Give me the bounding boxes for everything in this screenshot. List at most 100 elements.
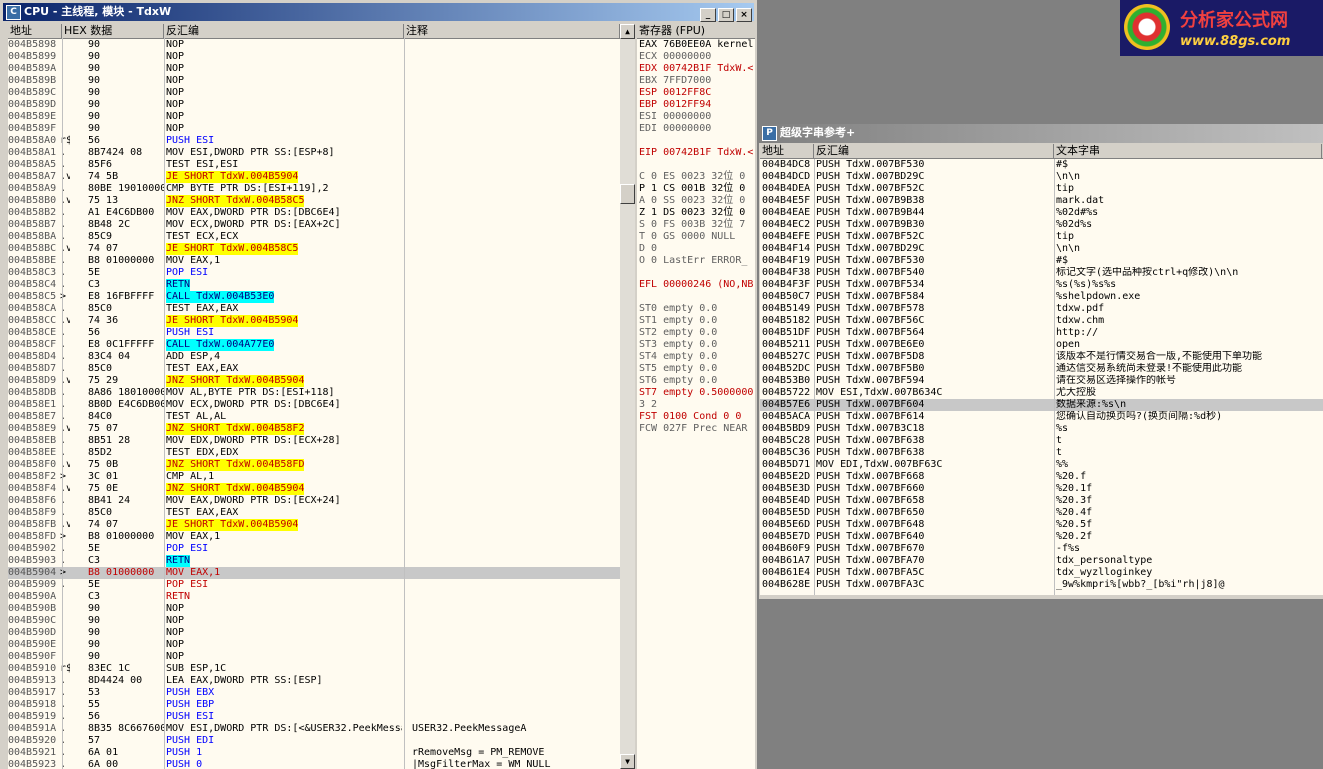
disasm-row[interactable]: 004B5921. 6A 01 PUSH 1 rRemoveMsg = PM_REMO…: [8, 747, 620, 759]
ref-row[interactable]: 004B628E PUSH TdxW.007BFA3C _9w%kmpri%[wbb…: [760, 579, 1323, 591]
register-line[interactable]: P 1 CS 001B 32位 0: [637, 183, 755, 195]
disasm-row[interactable]: 004B590A C3 RETN: [8, 591, 620, 603]
ref-row[interactable]: 004B61A7 PUSH TdxW.007BFA70 tdx_personalty…: [760, 555, 1323, 567]
disasm-row[interactable]: 004B58B0.v75 13JNZ SHORT TdxW.004B58C5: [8, 195, 620, 207]
disasm-row[interactable]: 004B58DB. 8A86 18010000 MOV AL,BYTE PTR DS…: [8, 387, 620, 399]
register-line[interactable]: ST0 empty 0.0: [637, 303, 755, 315]
register-line[interactable]: [637, 159, 755, 171]
disasm-row[interactable]: 004B5913. 8D4424 00 LEA EAX,DWORD PTR SS:[…: [8, 675, 620, 687]
disasm-row[interactable]: 004B5898 90 NOP: [8, 39, 620, 51]
register-line[interactable]: ST7 empty 0.5000000: [637, 387, 755, 399]
col-address[interactable]: 地址: [8, 24, 62, 38]
ref-row[interactable]: 004B51DF PUSH TdxW.007BF564 http://: [760, 327, 1323, 339]
disasm-row[interactable]: 004B5902. 5E POP ESI: [8, 543, 620, 555]
disasm-row[interactable]: 004B58BA. 85C9 TEST ECX,ECX: [8, 231, 620, 243]
register-line[interactable]: D 0: [637, 243, 755, 255]
register-line[interactable]: EDI 00000000: [637, 123, 755, 135]
minimize-button[interactable]: _: [700, 8, 716, 22]
disasm-row[interactable]: 004B589F 90 NOP: [8, 123, 620, 135]
register-line[interactable]: FCW 027F Prec NEAR: [637, 423, 755, 435]
disasm-row[interactable]: 004B58BE. B8 01000000 MOV EAX,1: [8, 255, 620, 267]
register-line[interactable]: O 0 LastErr ERROR_: [637, 255, 755, 267]
disasm-row[interactable]: 004B590F 90 NOP: [8, 651, 620, 663]
col-disasm[interactable]: 反汇编: [164, 24, 404, 38]
ref-row[interactable]: 004B5C36 PUSH TdxW.007BF638 t: [760, 447, 1323, 459]
disasm-row[interactable]: 004B58EB. 8B51 28 MOV EDX,DWORD PTR DS:[EC…: [8, 435, 620, 447]
disasm-row[interactable]: 004B58D4. 83C4 04 ADD ESP,4: [8, 351, 620, 363]
scroll-thumb[interactable]: [620, 184, 635, 204]
ref-col-text[interactable]: 文本字串: [1054, 144, 1322, 158]
disasm-row[interactable]: 004B58D9.v75 29JNZ SHORT TdxW.004B5904: [8, 375, 620, 387]
disasm-row[interactable]: 004B58B2. A1 E4C6DB00 MOV EAX,DWORD PTR DS…: [8, 207, 620, 219]
col-comment[interactable]: 注释: [404, 24, 620, 38]
disasm-row[interactable]: 004B589A 90 NOP: [8, 63, 620, 75]
ref-row[interactable]: 004B5182 PUSH TdxW.007BF56C tdxw.chm: [760, 315, 1323, 327]
disasm-row[interactable]: 004B58C4. C3 RETN: [8, 279, 620, 291]
disasm-row[interactable]: 004B58F4.v75 0EJNZ SHORT TdxW.004B5904: [8, 483, 620, 495]
ref-row[interactable]: 004B4F14 PUSH TdxW.007BD29C \n\n: [760, 243, 1323, 255]
ref-row[interactable]: 004B53B0 PUSH TdxW.007BF594 请在交易区选择操作的帐号: [760, 375, 1323, 387]
register-line[interactable]: EAX 76B0EE0A kernel: [637, 39, 755, 51]
ref-col-disasm[interactable]: 反汇编: [814, 144, 1054, 158]
disassembly-pane[interactable]: 地址 HEX 数据 反汇编 注释 004B5898 90 NOP 004B5899 90…: [8, 24, 621, 769]
register-line[interactable]: A 0 SS 0023 32位 0: [637, 195, 755, 207]
disasm-row[interactable]: 004B5899 90 NOP: [8, 51, 620, 63]
disasm-row[interactable]: 004B58CA. 85C0 TEST EAX,EAX: [8, 303, 620, 315]
disasm-row[interactable]: 004B5920. 57 PUSH EDI: [8, 735, 620, 747]
disasm-row[interactable]: 004B5904 > B8 01000000 MOV EAX,1: [8, 567, 620, 579]
disasm-row[interactable]: 004B58E1. 8B0D E4C6DB00 MOV ECX,DWORD PTR …: [8, 399, 620, 411]
ref-row[interactable]: 004B5149 PUSH TdxW.007BF578 tdxw.pdf: [760, 303, 1323, 315]
ref-row[interactable]: 004B5E4D PUSH TdxW.007BF658 %20.3f: [760, 495, 1323, 507]
ref-row[interactable]: 004B5722 MOV ESI,TdxW.007B634C 尤大控股: [760, 387, 1323, 399]
register-line[interactable]: EIP 00742B1F TdxW.<: [637, 147, 755, 159]
disasm-row[interactable]: 004B58E7. 84C0 TEST AL,AL: [8, 411, 620, 423]
ref-row[interactable]: 004B52DC PUSH TdxW.007BF5B0 通达信交易系统尚未登录!不能…: [760, 363, 1323, 375]
disasm-row[interactable]: 004B58CC.v74 36JE SHORT TdxW.004B5904: [8, 315, 620, 327]
ref-row[interactable]: 004B4F38 PUSH TdxW.007BF540 标记文字(选中品种按ctrl…: [760, 267, 1323, 279]
ref-row[interactable]: 004B4F3F PUSH TdxW.007BF534 %s(%s)%s%s: [760, 279, 1323, 291]
scroll-up-arrow-icon[interactable]: ▲: [620, 24, 635, 39]
ref-row[interactable]: 004B5211 PUSH TdxW.007BE6E0 open: [760, 339, 1323, 351]
disasm-row[interactable]: 004B590E 90 NOP: [8, 639, 620, 651]
disasm-row[interactable]: 004B58A5. 85F6 TEST ESI,ESI: [8, 159, 620, 171]
disasm-row[interactable]: 004B590B 90 NOP: [8, 603, 620, 615]
register-line[interactable]: [637, 267, 755, 279]
disasm-row[interactable]: 004B5909. 5E POP ESI: [8, 579, 620, 591]
disasm-row[interactable]: 004B591A. 8B35 8C667600 MOV ESI,DWORD PTR …: [8, 723, 620, 735]
disasm-row[interactable]: 004B58D7. 85C0 TEST EAX,EAX: [8, 363, 620, 375]
ref-row[interactable]: 004B4EC2 PUSH TdxW.007B9B30 %02d%s: [760, 219, 1323, 231]
register-line[interactable]: EFL 00000246 (NO,NB: [637, 279, 755, 291]
ref-col-address[interactable]: 地址: [760, 144, 814, 158]
disasm-row[interactable]: 004B589B 90 NOP: [8, 75, 620, 87]
disasm-row[interactable]: 004B590C 90 NOP: [8, 615, 620, 627]
register-line[interactable]: S 0 FS 003B 32位 7: [637, 219, 755, 231]
register-line[interactable]: [637, 135, 755, 147]
disasm-row[interactable]: 004B5903. C3 RETN: [8, 555, 620, 567]
disasm-row[interactable]: 004B58F6. 8B41 24 MOV EAX,DWORD PTR DS:[EC…: [8, 495, 620, 507]
register-line[interactable]: FST 0100 Cond 0 0: [637, 411, 755, 423]
register-line[interactable]: ECX 00000000: [637, 51, 755, 63]
disasm-row[interactable]: 004B589D 90 NOP: [8, 99, 620, 111]
register-line[interactable]: C 0 ES 0023 32位 0: [637, 171, 755, 183]
disasm-row[interactable]: 004B590D 90 NOP: [8, 627, 620, 639]
disasm-row[interactable]: 004B58F0.v75 0BJNZ SHORT TdxW.004B58FD: [8, 459, 620, 471]
ref-titlebar[interactable]: P 超级字串参考+: [759, 124, 1323, 143]
disasm-row[interactable]: 004B58FB.v74 07JE SHORT TdxW.004B5904: [8, 519, 620, 531]
disasm-row[interactable]: 004B58EE. 85D2 TEST EDX,EDX: [8, 447, 620, 459]
ref-row[interactable]: 004B4DEA PUSH TdxW.007BF52C tip: [760, 183, 1323, 195]
ref-row[interactable]: 004B5E3D PUSH TdxW.007BF660 %20.1f: [760, 483, 1323, 495]
register-line[interactable]: EBP 0012FF94: [637, 99, 755, 111]
ref-row[interactable]: 004B4F19 PUSH TdxW.007BF530 #$: [760, 255, 1323, 267]
register-line[interactable]: T 0 GS 0000 NULL: [637, 231, 755, 243]
register-line[interactable]: ST1 empty 0.0: [637, 315, 755, 327]
register-line[interactable]: ST3 empty 0.0: [637, 339, 755, 351]
ref-row[interactable]: 004B50C7 PUSH TdxW.007BF584 %shelpdown.exe: [760, 291, 1323, 303]
ref-row[interactable]: 004B5BD9 PUSH TdxW.007B3C18 %s: [760, 423, 1323, 435]
ref-row[interactable]: 004B61E4 PUSH TdxW.007BFA5C tdx_wyzllogink…: [760, 567, 1323, 579]
disasm-row[interactable]: 004B58B7. 8B48 2C MOV ECX,DWORD PTR DS:[EA…: [8, 219, 620, 231]
disasm-row[interactable]: 004B5917. 53 PUSH EBX: [8, 687, 620, 699]
close-button[interactable]: ×: [736, 8, 752, 22]
disasm-row[interactable]: 004B589C 90 NOP: [8, 87, 620, 99]
disasm-row[interactable]: 004B5919. 56 PUSH ESI: [8, 711, 620, 723]
ref-row[interactable]: 004B60F9 PUSH TdxW.007BF670 -f%s: [760, 543, 1323, 555]
